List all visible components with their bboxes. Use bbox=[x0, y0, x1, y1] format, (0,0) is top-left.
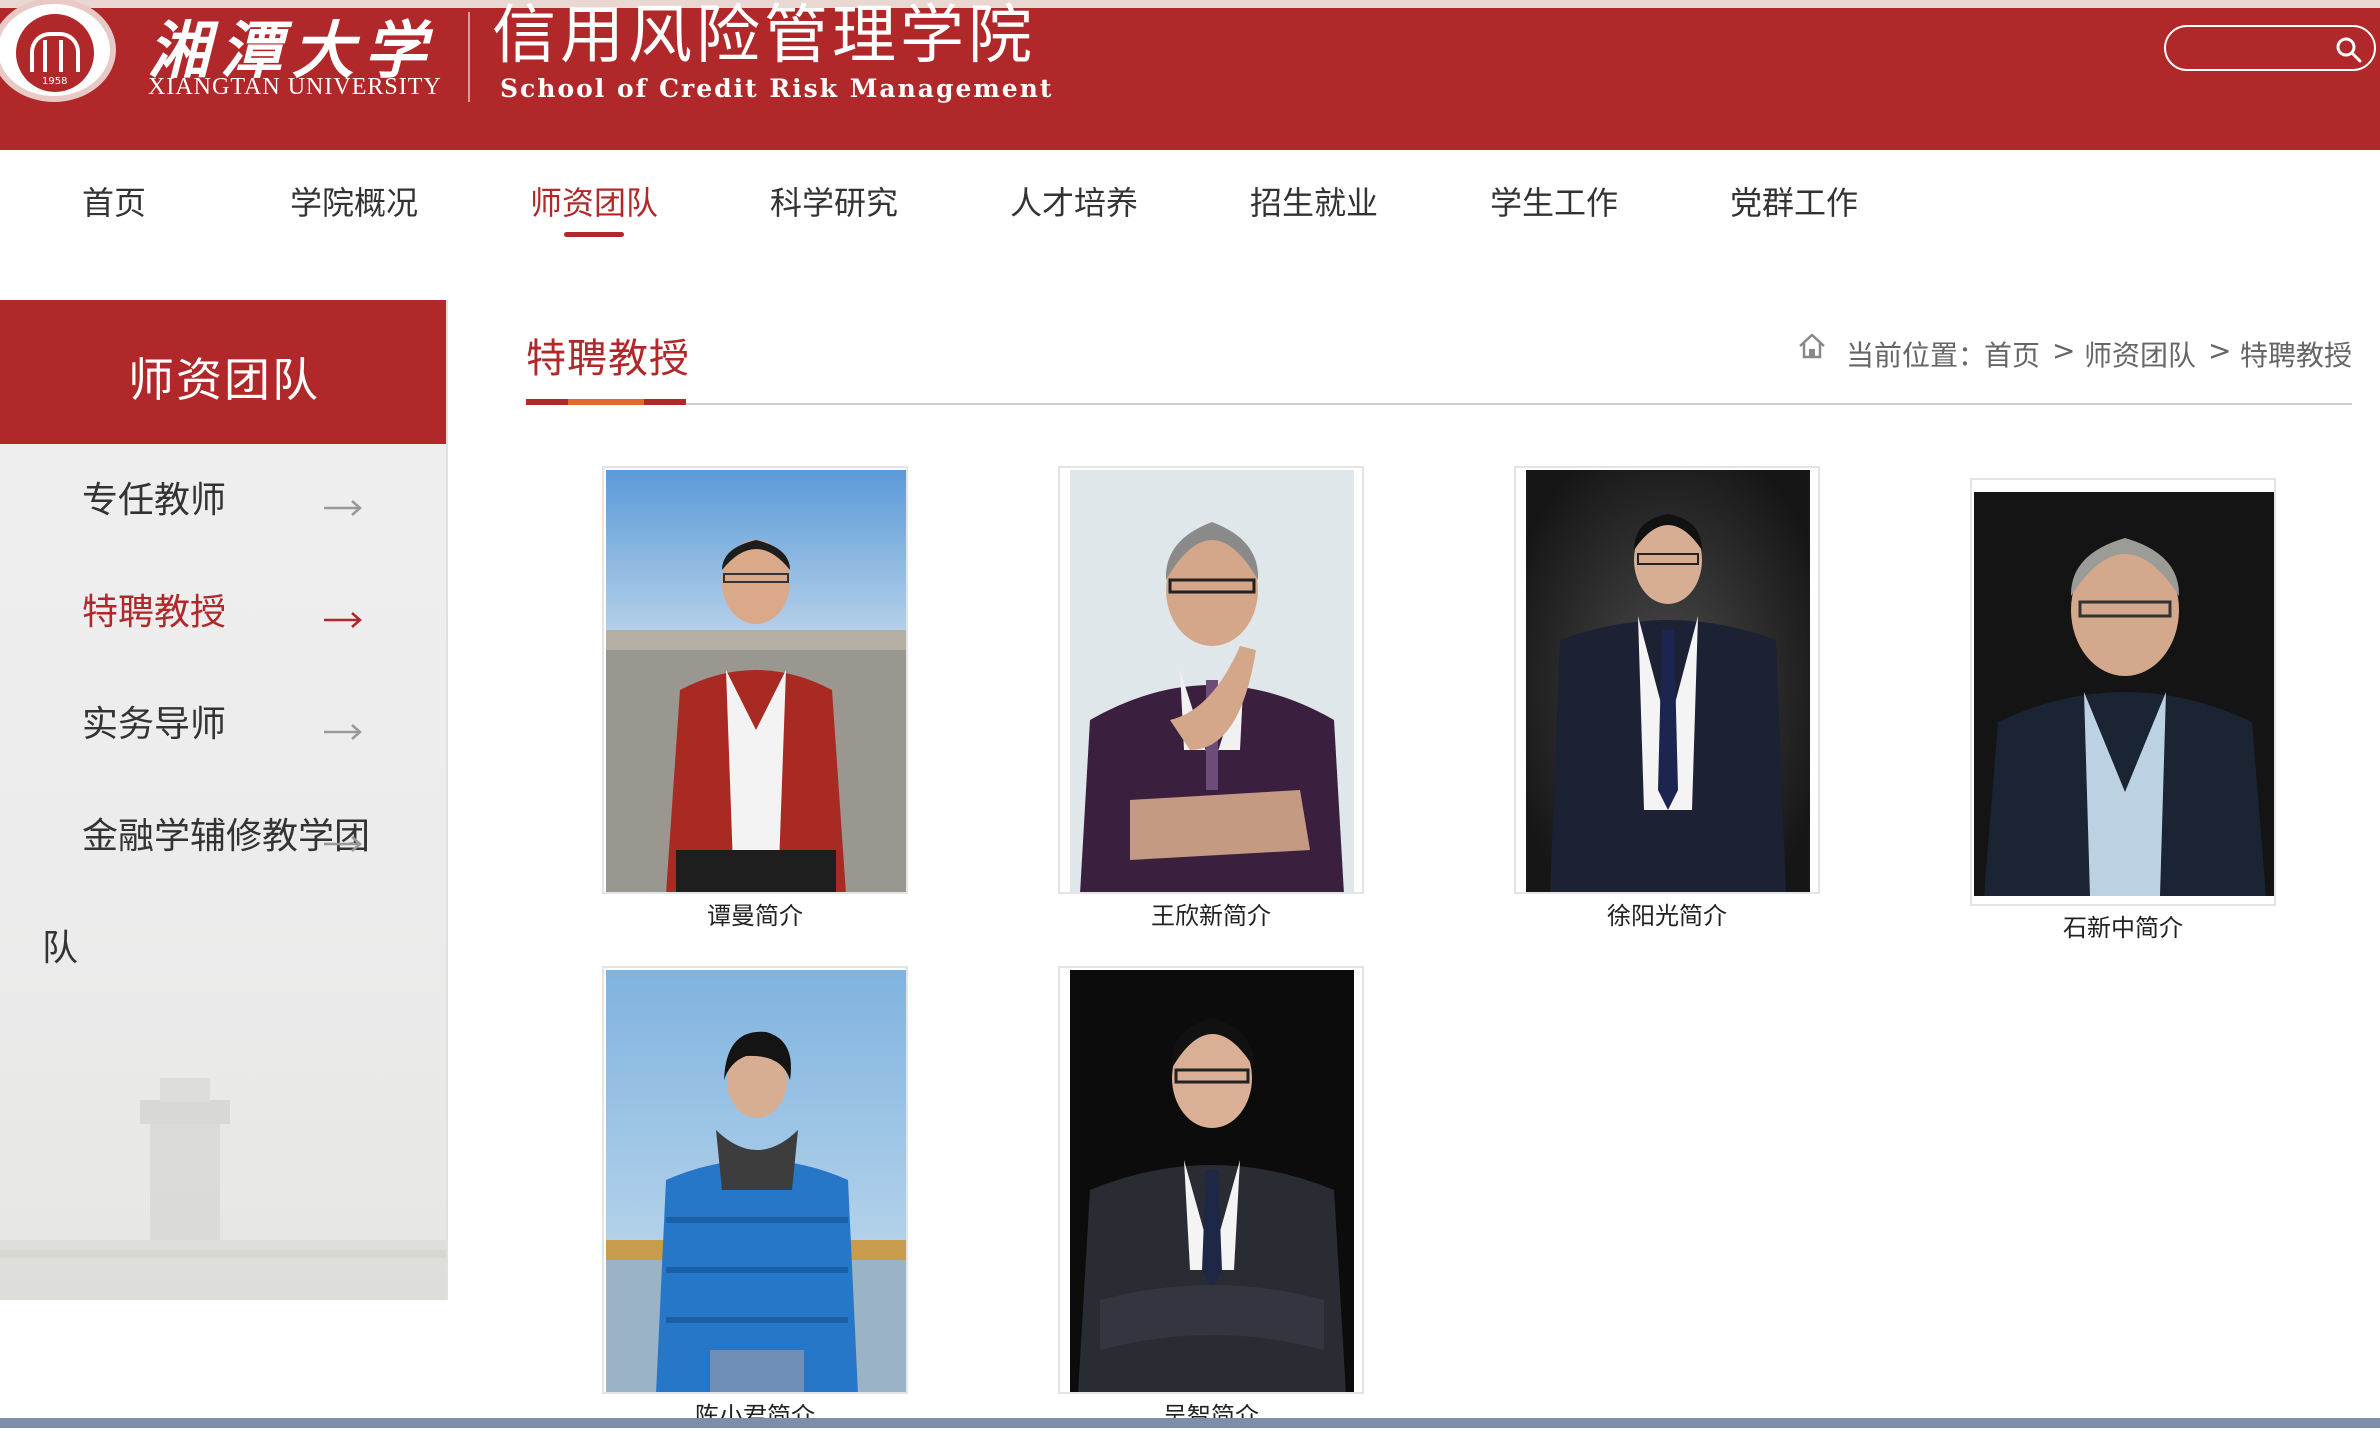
search-input[interactable] bbox=[2182, 33, 2322, 63]
university-name-en: XIANGTAN UNIVERSITY bbox=[148, 74, 442, 100]
professor-photo bbox=[1070, 470, 1354, 892]
professor-photo bbox=[1526, 470, 1810, 892]
professor-photo-frame[interactable] bbox=[602, 466, 908, 894]
sidebar-title: 师资团队 bbox=[128, 353, 320, 407]
window-bottom-edge bbox=[0, 1418, 2380, 1428]
nav-item-student-affairs[interactable]: 学生工作 bbox=[1490, 178, 1618, 248]
professor-caption[interactable]: 石新中简介 bbox=[1970, 908, 2276, 943]
title-underline-accent bbox=[568, 399, 644, 405]
seal-year: 1958 bbox=[42, 76, 68, 87]
sidebar-item-label: 实务导师 bbox=[82, 704, 227, 745]
nav-item-about[interactable]: 学院概况 bbox=[290, 178, 418, 248]
sidebar-background-monument-image bbox=[0, 1078, 446, 1300]
breadcrumb-prefix: 当前位置： bbox=[1846, 339, 1987, 372]
breadcrumb-separator: > bbox=[2052, 334, 2076, 367]
search-icon[interactable] bbox=[2334, 35, 2364, 65]
professor-photo-frame[interactable] bbox=[1514, 466, 1820, 894]
title-rule bbox=[526, 403, 2352, 405]
sidebar-item-practice-mentors[interactable]: 实务导师 bbox=[0, 694, 446, 794]
sidebar: 师资团队 专任教师 特聘教授 实务导师 金融学辅修教学团 队 bbox=[0, 300, 448, 1300]
arrow-right-icon bbox=[324, 500, 362, 516]
sidebar-item-full-time-faculty[interactable]: 专任教师 bbox=[0, 470, 446, 570]
nav-item-admissions[interactable]: 招生就业 bbox=[1250, 178, 1378, 248]
nav-item-label: 学生工作 bbox=[1490, 184, 1619, 222]
university-seal-logo[interactable]: 1958 bbox=[0, 0, 116, 102]
nav-item-home[interactable]: 首页 bbox=[82, 178, 146, 248]
professor-photo-frame[interactable] bbox=[1058, 966, 1364, 1394]
nav-item-party-affairs[interactable]: 党群工作 bbox=[1730, 178, 1858, 248]
professor-caption[interactable]: 王欣新简介 bbox=[1058, 896, 1364, 931]
nav-item-label: 科学研究 bbox=[770, 184, 899, 222]
nav-item-research[interactable]: 科学研究 bbox=[770, 178, 898, 248]
seal-emblem: 1958 bbox=[16, 14, 94, 92]
college-name-cn[interactable]: 信用风险管理学院 bbox=[492, 0, 1036, 72]
nav-item-label: 人才培养 bbox=[1010, 184, 1139, 222]
sidebar-item-label-wrap: 队 bbox=[42, 928, 79, 969]
site-header: 1958 湘潭大学 XIANGTAN UNIVERSITY 信用风险管理学院 S… bbox=[0, 0, 2380, 150]
nav-item-label: 首页 bbox=[82, 184, 147, 222]
sidebar-item-label: 专任教师 bbox=[82, 480, 227, 521]
nav-item-label: 招生就业 bbox=[1250, 184, 1379, 222]
professor-photo-frame[interactable] bbox=[602, 966, 908, 1394]
breadcrumb-home[interactable]: 首页 bbox=[1984, 334, 2040, 374]
professor-photo bbox=[1070, 970, 1354, 1392]
nav-item-label: 师资团队 bbox=[530, 184, 659, 222]
nav-item-education[interactable]: 人才培养 bbox=[1010, 178, 1138, 248]
professor-photo bbox=[606, 970, 906, 1392]
seal-mark-icon bbox=[30, 32, 80, 72]
breadcrumb-separator: > bbox=[2208, 334, 2232, 367]
professor-photo-frame[interactable] bbox=[1970, 478, 2276, 906]
nav-item-label: 党群工作 bbox=[1730, 184, 1859, 222]
sidebar-item-finance-minor-team[interactable]: 金融学辅修教学团 队 bbox=[0, 806, 446, 986]
sidebar-header: 师资团队 bbox=[0, 300, 446, 444]
nav-item-label: 学院概况 bbox=[290, 184, 419, 222]
professor-photo-frame[interactable] bbox=[1058, 466, 1364, 894]
home-icon[interactable] bbox=[1796, 330, 1828, 362]
professor-caption[interactable]: 谭曼简介 bbox=[602, 896, 908, 931]
header-divider bbox=[468, 12, 470, 102]
main-nav: 首页 学院概况 师资团队 科学研究 人才培养 招生就业 学生工作 党群工作 bbox=[0, 150, 2380, 250]
professor-photo bbox=[606, 470, 906, 892]
sidebar-item-label: 特聘教授 bbox=[82, 592, 227, 633]
nav-item-faculty[interactable]: 师资团队 bbox=[530, 178, 658, 248]
nav-active-indicator bbox=[564, 232, 624, 237]
sidebar-item-distinguished-professors[interactable]: 特聘教授 bbox=[0, 582, 446, 682]
breadcrumb-faculty[interactable]: 师资团队 bbox=[2084, 334, 2196, 374]
search-box bbox=[2164, 25, 2376, 71]
college-name-en: School of Credit Risk Management bbox=[500, 74, 1054, 103]
arrow-right-icon bbox=[324, 724, 362, 740]
arrow-right-icon bbox=[324, 612, 362, 628]
professor-caption[interactable]: 徐阳光简介 bbox=[1514, 896, 1820, 931]
arrow-right-icon bbox=[324, 836, 362, 852]
section-title: 特聘教授 bbox=[526, 336, 690, 382]
professor-photo bbox=[1974, 492, 2274, 896]
breadcrumb-current[interactable]: 特聘教授 bbox=[2240, 334, 2352, 374]
